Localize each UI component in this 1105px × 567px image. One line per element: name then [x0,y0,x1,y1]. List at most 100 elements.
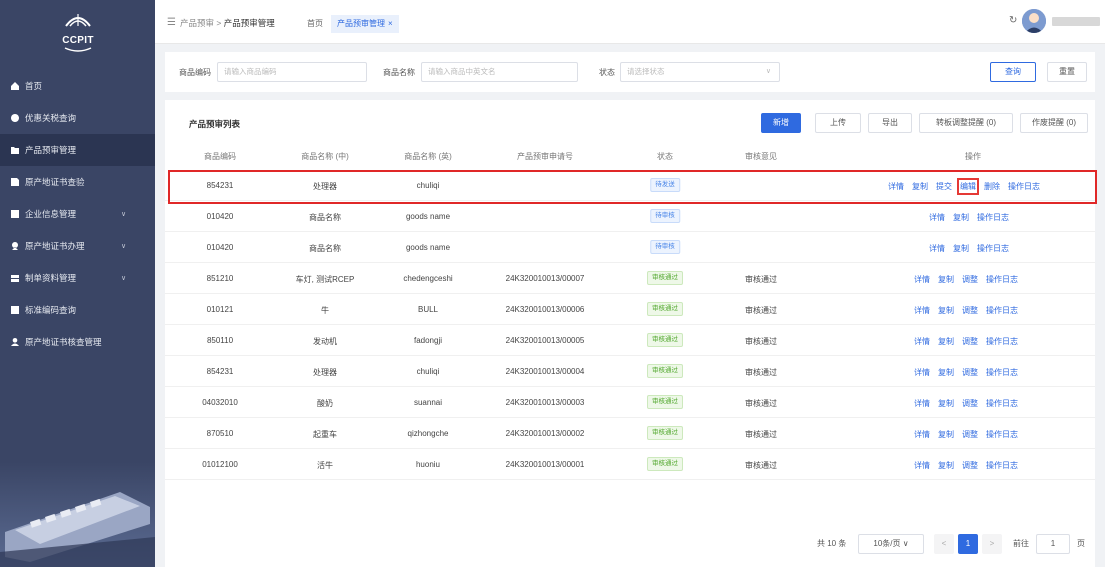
action-link[interactable]: 操作日志 [986,305,1018,316]
export-button[interactable]: 导出 [868,113,912,133]
refresh-icon[interactable]: ↻ [1009,15,1017,26]
chevron-down-icon: ∨ [121,211,127,218]
action-link[interactable]: 调整 [962,367,978,378]
status-placeholder: 请选择状态 [627,67,665,76]
menu-toggle-icon[interactable]: ☰ [167,17,176,28]
page-tabs: 首页 产品预审管理 × [301,15,401,33]
tab-product-review[interactable]: 产品预审管理 × [331,15,399,33]
action-link[interactable]: 复制 [912,181,928,192]
page-size-select[interactable]: 10条/页 ∨ [858,534,924,554]
action-link[interactable]: 详情 [914,274,930,285]
sidebar-item-3[interactable]: 原产地证书查验 [0,166,155,198]
action-link[interactable]: 详情 [914,460,930,471]
action-link[interactable]: 详情 [914,305,930,316]
action-link[interactable]: 操作日志 [977,212,1009,223]
chevron-down-icon: ∨ [902,539,909,548]
action-link[interactable]: 复制 [938,367,954,378]
action-link[interactable]: 复制 [938,429,954,440]
action-link[interactable]: 操作日志 [986,336,1018,347]
action-link[interactable]: 删除 [984,181,1000,192]
upload-button[interactable]: 上传 [815,113,861,133]
tab-home[interactable]: 首页 [301,15,329,33]
table-panel: 产品预审列表 新增 上传 导出 转板调整提醒 (0) 作废提醒 (0) 商品编码… [165,100,1095,567]
action-link[interactable]: 调整 [962,336,978,347]
action-link[interactable]: 操作日志 [977,243,1009,254]
product-code-input[interactable]: 请输入商品编码 [217,62,367,82]
action-link[interactable]: 调整 [962,460,978,471]
action-link[interactable]: 详情 [914,429,930,440]
action-link[interactable]: 复制 [938,336,954,347]
breadcrumb-separator: > [216,18,222,28]
sidebar-item-5[interactable]: 原产地证书办理 ∨ [0,230,155,262]
action-link[interactable]: 调整 [962,305,978,316]
next-page-button[interactable]: > [982,534,1002,554]
action-link[interactable]: 调整 [962,398,978,409]
sidebar-item-0[interactable]: 首页 [0,70,155,102]
action-link[interactable]: 操作日志 [986,398,1018,409]
prev-page-button[interactable]: < [934,534,954,554]
sidebar-item-label: 原产地证书办理 [25,241,85,251]
cell-name-cn: 车灯, 测试RCEP [295,275,355,284]
sidebar-item-2[interactable]: 产品预审管理 [0,134,155,166]
action-link[interactable]: 详情 [929,212,945,223]
action-link[interactable]: 复制 [953,243,969,254]
cargo-ship-image [0,462,155,567]
action-link[interactable]: 详情 [888,181,904,192]
sidebar-item-label: 标准编码查询 [25,305,77,315]
product-name-input[interactable]: 请输入商品中英文名 [421,62,578,82]
table-title: 产品预审列表 [189,119,241,129]
action-link[interactable]: 编辑 [957,178,979,195]
action-link[interactable]: 复制 [938,460,954,471]
action-link[interactable]: 调整 [962,274,978,285]
page-1-button[interactable]: 1 [958,534,978,554]
close-tab-icon[interactable]: × [388,19,393,28]
transfer-reminder-button[interactable]: 转板调整提醒 (0) [919,113,1013,133]
table-row: 01012100 活牛 huoniu 24K320010013/00001 审核通过 审核… [165,450,1095,480]
action-link[interactable]: 操作日志 [986,274,1018,285]
table-row: 010121 牛 BULL 24K320010013/00006 审核通过 审核通过 详情复… [165,295,1095,325]
cell-apply-no: 24K320010013/00004 [505,367,585,376]
reset-button[interactable]: 重置 [1047,62,1087,82]
row-actions: 详情 复制 提交 编辑 删除 操作日志 [888,178,1048,195]
cell-apply-no: 24K320010013/00003 [505,398,585,407]
action-link[interactable]: 复制 [938,398,954,409]
sidebar-item-4[interactable]: 企业信息管理 ∨ [0,198,155,230]
sidebar: CCPIT 首页 优惠关税查询 产品预审管理 原产地证书查验 企业信息管理 ∨ 原产地证书办… [0,0,155,567]
action-link[interactable]: 复制 [938,274,954,285]
goto-page-input[interactable]: 1 [1036,534,1070,554]
action-link[interactable]: 操作日志 [1008,181,1040,192]
search-button[interactable]: 查询 [990,62,1036,82]
action-link[interactable]: 详情 [929,243,945,254]
sidebar-item-6[interactable]: 制单资料管理 ∨ [0,262,155,294]
sidebar-item-1[interactable]: 优惠关税查询 [0,102,155,134]
table-row: 04032010 酸奶 suannai 24K320010013/00003 审核通过 审… [165,388,1095,418]
cell-opinion: 审核通过 [745,306,777,315]
action-link[interactable]: 调整 [962,429,978,440]
sidebar-item-7[interactable]: 标准编码查询 [0,294,155,326]
page-size-value: 10条/页 [873,539,901,548]
action-link[interactable]: 操作日志 [986,429,1018,440]
action-link[interactable]: 操作日志 [986,460,1018,471]
action-link[interactable]: 提交 [936,181,952,192]
action-link[interactable]: 复制 [938,305,954,316]
action-link[interactable]: 详情 [914,398,930,409]
status-badge: 审核通过 [647,457,683,471]
cell-code: 854231 [206,367,234,376]
sidebar-item-8[interactable]: 原产地证书核查管理 [0,326,155,358]
action-link[interactable]: 详情 [914,336,930,347]
cell-name-cn: 处理器 [313,368,337,377]
add-button[interactable]: 新增 [761,113,801,133]
table-row: 010420 商品名称 goods name 待审核 详情 复制 操作日志 [165,233,1095,263]
action-link[interactable]: 操作日志 [986,367,1018,378]
action-link[interactable]: 详情 [914,367,930,378]
discount-icon [10,114,19,122]
cell-code: 850110 [206,336,234,345]
status-select[interactable]: 请选择状态 ∨ [620,62,780,82]
user-avatar[interactable] [1022,9,1046,33]
void-reminder-button[interactable]: 作废提醒 (0) [1020,113,1088,133]
action-link[interactable]: 复制 [953,212,969,223]
cell-apply-no: 24K320010013/00002 [505,429,585,438]
user-name-redacted[interactable] [1052,17,1100,26]
breadcrumb-parent[interactable]: 产品预审 [180,18,214,28]
cell-name-cn: 活牛 [317,461,333,470]
